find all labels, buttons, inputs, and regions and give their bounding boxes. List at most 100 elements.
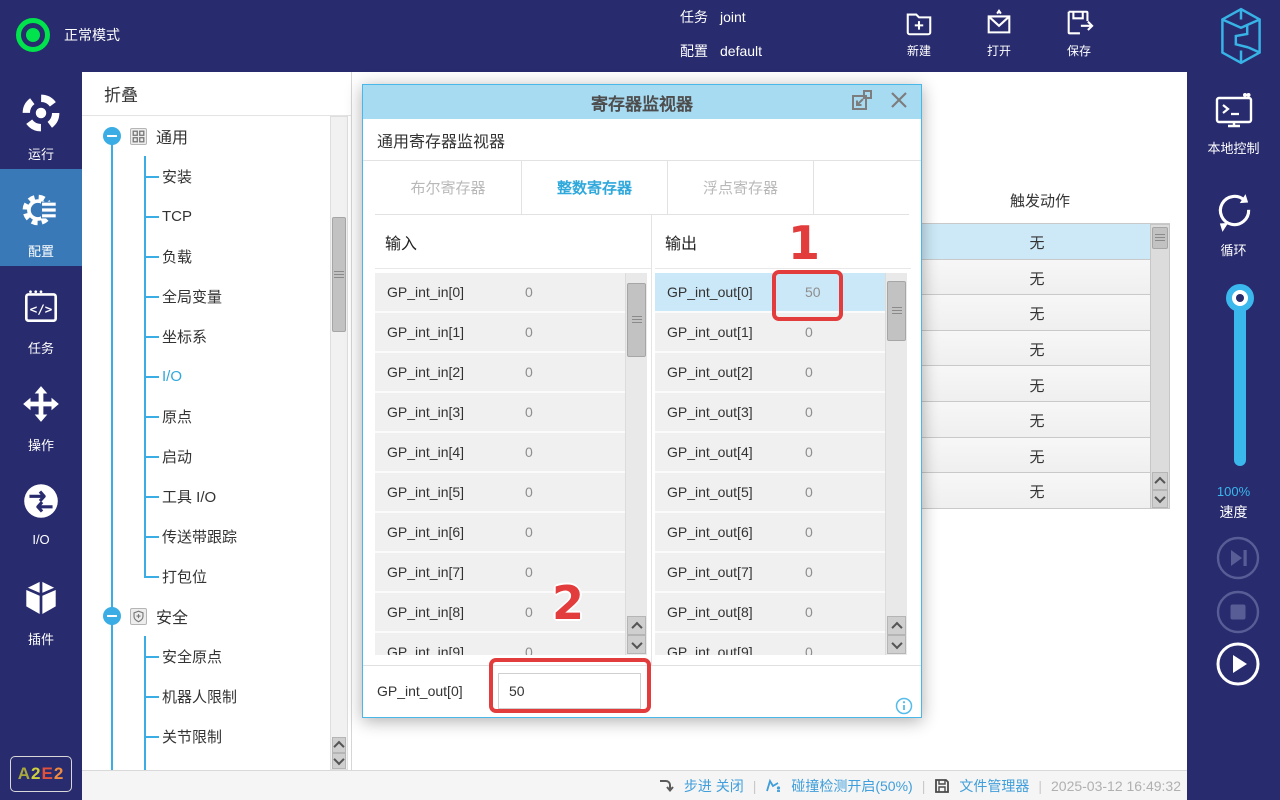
sidebar-item-io[interactable]: I/O <box>0 460 82 557</box>
save-button[interactable]: 保存 <box>1047 8 1111 59</box>
tree-item-label: 启动 <box>162 446 192 467</box>
register-row[interactable]: GP_int_out[9] 0 <box>655 633 885 655</box>
register-row[interactable]: GP_int_in[7] 0 <box>375 553 625 593</box>
tree-scroll-up-button[interactable] <box>332 737 346 753</box>
collapse-header[interactable]: 折叠 <box>82 72 351 116</box>
sidebar-item-plugin[interactable]: 插件 <box>0 557 82 654</box>
trigger-scroll-thumb[interactable] <box>1152 227 1168 249</box>
input-scroll-down-button[interactable] <box>627 635 646 654</box>
local-control-button[interactable]: 本地控制 <box>1187 90 1280 157</box>
output-scrollbar[interactable] <box>885 273 907 655</box>
tree-item[interactable]: 全局变量 <box>144 276 329 316</box>
sidebar-item-operate[interactable]: 操作 <box>0 363 82 460</box>
info-icon[interactable] <box>895 697 913 715</box>
tree-scroll-down-button[interactable] <box>332 753 346 769</box>
register-name: GP_int_out[7] <box>667 564 805 580</box>
tree-node-safety[interactable]: 安全 <box>82 596 329 636</box>
register-row[interactable]: GP_int_out[7] 0 <box>655 553 885 593</box>
sidebar-label-plugin: 插件 <box>28 629 54 648</box>
tree-item[interactable]: 负载 <box>144 236 329 276</box>
stop-button[interactable] <box>1216 590 1260 634</box>
tree-item[interactable]: 工具 I/O <box>144 476 329 516</box>
output-scroll-up-button[interactable] <box>887 616 906 635</box>
config-tree-panel: 折叠 通用 安装 TCP 负载 全局变量 坐标系 <box>82 72 352 770</box>
tree-item[interactable]: 坐标系 <box>144 316 329 356</box>
register-row[interactable]: GP_int_in[6] 0 <box>375 513 625 553</box>
save-icon <box>1047 8 1111 38</box>
register-row[interactable]: GP_int_out[4] 0 <box>655 433 885 473</box>
annotation-box-1 <box>772 270 843 321</box>
register-row[interactable]: GP_int_out[3] 0 <box>655 393 885 433</box>
robot-mode-indicator: 正常模式 <box>16 18 120 52</box>
sidebar-item-task[interactable]: </> 任务 <box>0 266 82 363</box>
register-row[interactable]: GP_int_in[9] 0 <box>375 633 625 655</box>
tree-item[interactable]: 关节限制 <box>144 716 329 756</box>
file-manager-link[interactable]: 文件管理器 <box>959 776 1029 796</box>
trigger-scroll-down-button[interactable] <box>1152 490 1168 508</box>
register-row[interactable]: GP_int_out[5] 0 <box>655 473 885 513</box>
input-scroll-thumb[interactable] <box>627 283 646 357</box>
register-value: 0 <box>805 564 813 580</box>
register-row[interactable]: GP_int_out[2] 0 <box>655 353 885 393</box>
step-mode-status[interactable]: 步进 关闭 <box>684 776 744 796</box>
new-label: 新建 <box>907 44 931 58</box>
register-row[interactable]: GP_int_out[8] 0 <box>655 593 885 633</box>
output-scroll-down-button[interactable] <box>887 635 906 654</box>
play-button[interactable] <box>1216 642 1260 686</box>
collision-detect-status[interactable]: 碰撞检测开启(50%) <box>791 776 912 796</box>
badge-char: 2 <box>54 764 64 784</box>
dialog-restore-button[interactable] <box>850 90 874 114</box>
loop-button[interactable]: 循环 <box>1187 190 1280 259</box>
register-row[interactable]: GP_int_in[8] 0 <box>375 593 625 633</box>
input-scrollbar[interactable] <box>625 273 647 655</box>
register-value: 0 <box>525 404 533 420</box>
tree-item[interactable]: 原点 <box>144 396 329 436</box>
tree-item[interactable]: I/O <box>144 356 329 396</box>
sidebar-item-run[interactable]: 运行 <box>0 72 82 169</box>
chevron-up-icon <box>891 621 902 632</box>
speed-percent: 100% <box>1187 484 1280 499</box>
register-row[interactable]: GP_int_out[0] 50 <box>655 273 885 313</box>
input-rows: GP_int_in[0] 0 GP_int_in[1] 0 GP_int_in[… <box>375 273 625 655</box>
register-row[interactable]: GP_int_in[0] 0 <box>375 273 625 313</box>
register-row[interactable]: GP_int_in[5] 0 <box>375 473 625 513</box>
step-next-button[interactable] <box>1216 536 1260 580</box>
tree-item[interactable]: 安全原点 <box>144 636 329 676</box>
tree-scrollbar[interactable] <box>330 116 348 770</box>
tab-label: 浮点寄存器 <box>703 177 778 198</box>
tree-item[interactable] <box>144 756 329 770</box>
open-button[interactable]: 打开 <box>967 8 1031 59</box>
tree-item[interactable]: 启动 <box>144 436 329 476</box>
collapse-minus-icon[interactable] <box>103 127 121 145</box>
input-scroll-up-button[interactable] <box>627 616 646 635</box>
tree-item[interactable]: TCP <box>144 196 329 236</box>
register-row[interactable]: GP_int_out[6] 0 <box>655 513 885 553</box>
trigger-scroll-up-button[interactable] <box>1152 472 1168 490</box>
register-tabs: 布尔寄存器 整数寄存器 浮点寄存器 <box>375 161 909 215</box>
speed-slider-handle[interactable] <box>1226 284 1254 312</box>
speed-slider-track[interactable] <box>1234 298 1246 466</box>
new-button[interactable]: 新建 <box>887 8 951 59</box>
register-tab[interactable]: 整数寄存器 <box>521 161 667 214</box>
register-tab[interactable]: 浮点寄存器 <box>667 161 813 214</box>
tree-scroll-thumb[interactable] <box>332 217 346 332</box>
tree-node-label: 安全 <box>156 604 188 628</box>
register-tab[interactable]: 布尔寄存器 <box>375 161 521 214</box>
tab-label: 整数寄存器 <box>557 177 632 198</box>
collapse-minus-icon[interactable] <box>103 607 121 625</box>
sidebar-item-config[interactable]: 配置 <box>0 169 82 266</box>
register-row[interactable]: GP_int_out[1] 0 <box>655 313 885 353</box>
register-row[interactable]: GP_int_in[3] 0 <box>375 393 625 433</box>
trigger-action-value: 无 <box>992 446 1082 467</box>
register-row[interactable]: GP_int_in[4] 0 <box>375 433 625 473</box>
tree-node-general[interactable]: 通用 <box>82 116 329 156</box>
register-row[interactable]: GP_int_in[1] 0 <box>375 313 625 353</box>
tree-item[interactable]: 安装 <box>144 156 329 196</box>
tree-item[interactable]: 传送带跟踪 <box>144 516 329 556</box>
trigger-scrollbar[interactable] <box>1150 224 1170 509</box>
tree-item[interactable]: 打包位 <box>144 556 329 596</box>
tree-item[interactable]: 机器人限制 <box>144 676 329 716</box>
register-row[interactable]: GP_int_in[2] 0 <box>375 353 625 393</box>
output-scroll-thumb[interactable] <box>887 281 906 341</box>
dialog-close-button[interactable] <box>887 90 911 114</box>
